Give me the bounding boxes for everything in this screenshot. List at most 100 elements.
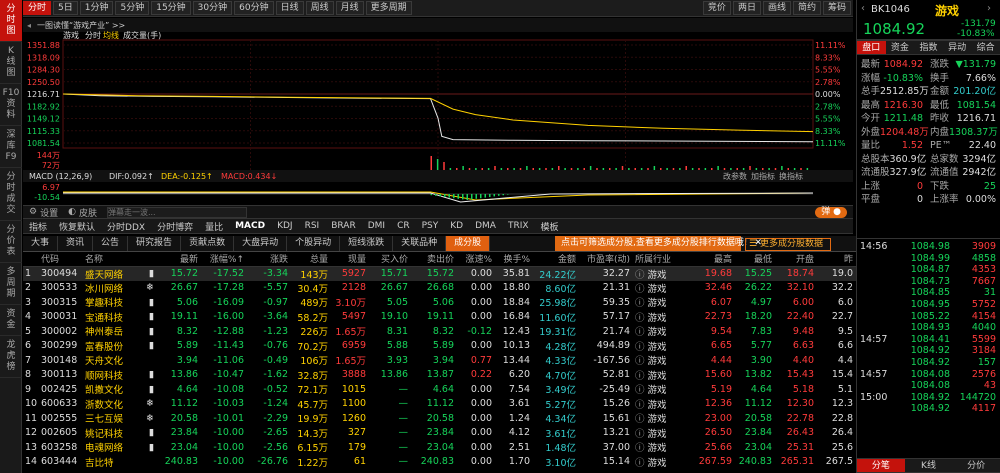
- industry-icon[interactable]: ⓘ: [635, 371, 648, 382]
- table-header-7[interactable]: 总量: [291, 252, 331, 267]
- indicator-0[interactable]: 指标: [23, 220, 53, 233]
- table-row[interactable]: 3 300315 掌趣科技 ▮ 5.06 -16.09 -0.97 489万 3.10万 5.05…: [23, 295, 856, 310]
- table-header-0[interactable]: [23, 252, 39, 267]
- table-header-12[interactable]: 换手%: [495, 252, 533, 267]
- table-row[interactable]: 11 002555 三七互娱 ❄ 20.58 -10.01 -2.29 19.9万 1260 — 2…: [23, 411, 856, 426]
- indicator-4[interactable]: 量比: [199, 220, 229, 233]
- period-button-2[interactable]: 1分钟: [79, 1, 114, 15]
- toolbar-right-button-1[interactable]: 两日: [732, 1, 761, 15]
- table-row[interactable]: 1 300494 盛天网络 ▮ 15.72 -17.52 -3.34 143万 5927 15.7…: [23, 266, 856, 281]
- tab-0[interactable]: 大事: [23, 236, 59, 251]
- skin-icon[interactable]: ◐: [68, 207, 76, 217]
- tab-5[interactable]: 大盘异动: [234, 236, 288, 251]
- indicator-1[interactable]: 恢复默认: [53, 220, 101, 233]
- quote-tab-0[interactable]: 盘口: [857, 41, 886, 54]
- table-header-19[interactable]: 昨: [817, 252, 856, 267]
- tab-6[interactable]: 个股异动: [287, 236, 341, 251]
- toolbar-right-button-3[interactable]: 简约: [792, 1, 821, 15]
- table-header-14[interactable]: 市盈率(动): [579, 252, 633, 267]
- quote-tab-2[interactable]: 指数: [914, 41, 943, 54]
- indicator-3[interactable]: 分时博弈: [151, 220, 199, 233]
- industry-icon[interactable]: ⓘ: [635, 458, 648, 469]
- table-header-11[interactable]: 涨速%: [457, 252, 495, 267]
- period-button-5[interactable]: 30分钟: [192, 1, 233, 15]
- tab-3[interactable]: 研究报告: [128, 236, 182, 251]
- tab-7[interactable]: 短线涨跌: [340, 236, 394, 251]
- indicator-7[interactable]: RSI: [299, 221, 326, 231]
- period-button-9[interactable]: 月线: [335, 1, 364, 15]
- sidebar-item-6[interactable]: 多 周 期: [0, 263, 22, 305]
- industry-icon[interactable]: ⓘ: [635, 298, 648, 309]
- indicator-15[interactable]: 模板: [535, 220, 565, 233]
- indicator-12[interactable]: KD: [444, 221, 469, 231]
- toolbar-right-button-4[interactable]: 筹码: [822, 1, 851, 15]
- quote-tab-3[interactable]: 异动: [943, 41, 972, 54]
- table-row[interactable]: 9 002425 凯撒文化 ▮ 4.64 -10.08 -0.52 72.1万 1015 — 4.6…: [23, 382, 856, 397]
- table-row[interactable]: 5 300002 神州泰岳 ▮ 8.32 -12.88 -1.23 226万 1.65万 8.31…: [23, 324, 856, 339]
- tab-4[interactable]: 贡献点数: [181, 236, 235, 251]
- tab-9[interactable]: 成分股: [446, 236, 491, 251]
- industry-icon[interactable]: ⓘ: [635, 313, 648, 324]
- indicator-13[interactable]: DMA: [469, 221, 502, 231]
- industry-icon[interactable]: ⓘ: [635, 400, 648, 411]
- skin-button[interactable]: 皮肤: [79, 206, 97, 219]
- sidebar-item-3[interactable]: 深 库 F9: [0, 126, 22, 168]
- trade-tab-1[interactable]: K线: [905, 459, 953, 472]
- sidebar-item-8[interactable]: 龙 虎 榜: [0, 336, 22, 378]
- tab-1[interactable]: 资讯: [58, 236, 94, 251]
- table-header-6[interactable]: 涨跌: [247, 252, 291, 267]
- toolbar-right-button-0[interactable]: 竞价: [702, 1, 731, 15]
- industry-icon[interactable]: ⓘ: [635, 270, 648, 281]
- period-button-7[interactable]: 日线: [275, 1, 304, 15]
- period-button-3[interactable]: 5分钟: [115, 1, 150, 15]
- table-header-8[interactable]: 现量: [331, 252, 369, 267]
- table-header-10[interactable]: 卖出价: [411, 252, 457, 267]
- settings-button[interactable]: 设置: [40, 206, 58, 219]
- back-icon[interactable]: ‹: [861, 3, 865, 14]
- table-row[interactable]: 12 002605 姚记科技 ▮ 23.84 -10.00 -2.65 14.3万 327 — 23…: [23, 426, 856, 441]
- table-header-3[interactable]: [141, 252, 157, 267]
- quote-tab-4[interactable]: 综合: [971, 41, 1000, 54]
- table-header-18[interactable]: 开盘: [775, 252, 817, 267]
- toolbar-right-button-2[interactable]: 画线: [762, 1, 791, 15]
- tab-2[interactable]: 公告: [93, 236, 129, 251]
- table-row[interactable]: 6 300299 富春股份 ▮ 5.89 -11.43 -0.76 70.2万 6959 5.88…: [23, 339, 856, 354]
- indicator-14[interactable]: TRIX: [502, 221, 535, 231]
- indicator-10[interactable]: CR: [391, 221, 416, 231]
- indicator-11[interactable]: PSY: [416, 221, 445, 231]
- table-row[interactable]: 8 300113 顺网科技 ▮ 13.86 -10.47 -1.62 32.8万 3888 13.…: [23, 368, 856, 383]
- table-row[interactable]: 4 300031 宝通科技 ▮ 19.11 -16.00 -3.64 58.2万 5497 19.…: [23, 310, 856, 325]
- more-constituent-button[interactable]: ☰ 更多成分股数据: [745, 238, 831, 251]
- chart-svg[interactable]: 一图读懂“游戏产业” >> ◂ 游戏 分时 均线 成交量(手) 1351.88 11.11% 1…: [23, 18, 853, 217]
- period-button-4[interactable]: 15分钟: [151, 1, 191, 15]
- table-row[interactable]: 7 300148 天舟文化 3.94 -11.06 -0.49 106万 1.65万 3.93 3…: [23, 353, 856, 368]
- sidebar-item-4[interactable]: 分 时 成 交: [0, 168, 22, 221]
- table-row[interactable]: 10 600633 浙数文化 ❄ 11.12 -10.03 -1.24 45.7万 1100 — 1…: [23, 397, 856, 412]
- table-header-1[interactable]: 代码: [39, 252, 83, 267]
- table-header-13[interactable]: 金额: [533, 252, 579, 267]
- table-header-16[interactable]: 最高: [695, 252, 735, 267]
- period-button-10[interactable]: 更多周期: [365, 1, 412, 15]
- trade-tab-2[interactable]: 分价: [952, 459, 1000, 472]
- industry-icon[interactable]: ⓘ: [635, 414, 648, 425]
- table-row[interactable]: 13 603258 电魂网络 ▮ 23.04 -10.00 -2.56 6.15万 179 — 23…: [23, 440, 856, 455]
- expand-icon[interactable]: ›: [987, 3, 991, 14]
- sidebar-item-5[interactable]: 分 价 表: [0, 221, 22, 263]
- danmaku-input[interactable]: [106, 206, 247, 218]
- sidebar-item-0[interactable]: 分 时 图: [0, 0, 22, 42]
- industry-icon[interactable]: ⓘ: [635, 356, 648, 367]
- industry-icon[interactable]: ⓘ: [635, 429, 648, 440]
- sidebar-item-2[interactable]: F10 资 料: [0, 84, 22, 126]
- trade-tab-0[interactable]: 分笔: [857, 459, 905, 472]
- table-header-17[interactable]: 最低: [735, 252, 775, 267]
- indicator-8[interactable]: BRAR: [325, 221, 361, 231]
- indicator-5[interactable]: MACD: [229, 221, 271, 231]
- settings-icon[interactable]: ⚙: [29, 207, 37, 217]
- industry-icon[interactable]: ⓘ: [635, 284, 648, 295]
- table-row[interactable]: 2 300533 冰川网络 ❄ 26.67 -17.28 -5.57 30.4万 2128 26.…: [23, 281, 856, 296]
- period-button-8[interactable]: 周线: [305, 1, 334, 15]
- sidebar-item-1[interactable]: K 线 图: [0, 42, 22, 84]
- period-button-1[interactable]: 5日: [53, 1, 78, 15]
- table-header-5[interactable]: 涨幅%↑: [201, 252, 247, 267]
- industry-icon[interactable]: ⓘ: [635, 443, 648, 454]
